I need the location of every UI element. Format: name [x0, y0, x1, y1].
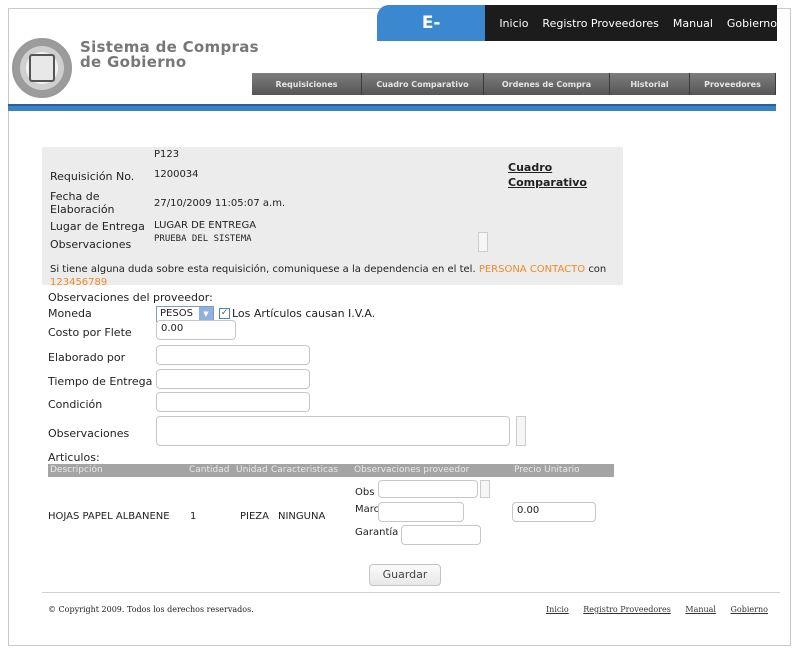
fecha-value: 27/10/2009 11:05:07 a.m.	[154, 198, 286, 209]
iva-label: Los Artículos causan I.V.A.	[232, 307, 376, 320]
site-title: Sistema de Compras de Gobierno	[80, 38, 259, 71]
nav-link-inicio[interactable]: Inicio	[499, 17, 528, 30]
col-cantidad: Cantidad	[189, 465, 230, 475]
government-seal-icon	[12, 38, 72, 98]
observaciones-value: PRUEBA DEL SISTEMA	[154, 234, 252, 244]
marca-input[interactable]	[378, 502, 464, 522]
flete-input[interactable]: 0.00	[156, 320, 236, 340]
chevron-down-icon: ▼	[199, 307, 213, 321]
obs-scrollbar[interactable]	[480, 480, 490, 498]
menu-cuadro-comparativo[interactable]: Cuadro Comparativo	[362, 73, 484, 95]
guardar-button[interactable]: Guardar	[369, 564, 441, 586]
header-divider	[8, 104, 776, 111]
footer-link-manual[interactable]: Manual	[685, 605, 716, 614]
articulos-table-header: Descripción Cantidad Unidad Caracteristi…	[48, 464, 614, 477]
lugar-label: Lugar de Entrega	[50, 220, 145, 233]
col-caracteristicas: Caracteristicas	[271, 465, 339, 475]
observaciones-proveedor-textarea[interactable]	[156, 416, 510, 446]
contact-person: PERSONA CONTACTO	[478, 264, 586, 275]
menu-proveedores[interactable]: Proveedores	[690, 73, 776, 95]
footer-links: Inicio Registro Proveedores Manual Gobie…	[546, 605, 780, 614]
fecha-label: Fecha de Elaboración	[50, 190, 115, 216]
observaciones-scrollbar[interactable]	[478, 232, 488, 252]
brand-logo[interactable]: E-Compras	[377, 5, 486, 69]
contact-notice: Si tiene alguna duda sobre esta requisic…	[50, 264, 607, 288]
obs-label: Obs	[355, 487, 375, 498]
row-descripcion: HOJAS PAPEL ALBANENE	[48, 511, 170, 522]
observaciones-proveedor-label: Observaciones	[48, 427, 130, 440]
menu-historial[interactable]: Historial	[610, 73, 690, 95]
nav-link-registro-proveedores[interactable]: Registro Proveedores	[542, 17, 659, 30]
col-descripcion: Descripción	[50, 465, 103, 475]
tiempo-entrega-input[interactable]	[156, 369, 310, 389]
row-unidad: PIEZA	[240, 511, 269, 522]
articulos-heading: Articulos:	[48, 451, 100, 464]
cuadro-comparativo-link[interactable]: Cuadro Comparativo	[508, 160, 587, 190]
main-menu: Requisiciones Cuadro Comparativo Ordenes…	[252, 73, 776, 95]
condicion-input[interactable]	[156, 392, 310, 412]
row-caracteristicas: NINGUNA	[278, 511, 326, 522]
observaciones-proveedor-scrollbar[interactable]	[516, 416, 526, 446]
moneda-label: Moneda	[48, 307, 92, 320]
col-precio-unitario: Precio Unitario	[514, 465, 580, 475]
footer-link-gobierno[interactable]: Gobierno	[731, 605, 768, 614]
condicion-label: Condición	[48, 398, 103, 411]
menu-requisiciones[interactable]: Requisiciones	[252, 73, 362, 95]
copyright-text: © Copyright 2009. Todos los derechos res…	[48, 605, 254, 614]
obs-proveedor-heading: Observaciones del proveedor:	[48, 291, 213, 304]
menu-ordenes-de-compra[interactable]: Ordenes de Compra	[484, 73, 610, 95]
precio-unitario-input[interactable]: 0.00	[512, 502, 596, 522]
tiempo-entrega-label: Tiempo de Entrega	[48, 375, 153, 388]
requisition-info: P123 Requisición No. 1200034 Fecha de El…	[42, 147, 623, 288]
requisition-code: P123	[154, 149, 180, 160]
garantia-input[interactable]	[401, 525, 481, 545]
iva-checkbox[interactable]: ✓	[219, 308, 230, 319]
col-observaciones-proveedor: Observaciones proveedor	[354, 465, 470, 475]
elaborado-label: Elaborado por	[48, 351, 126, 364]
col-unidad: Unidad	[236, 465, 268, 475]
footer-divider	[42, 592, 780, 593]
row-cantidad: 1	[190, 511, 197, 522]
footer-link-inicio[interactable]: Inicio	[546, 605, 569, 614]
flete-label: Costo por Flete	[48, 326, 132, 339]
obs-input[interactable]	[378, 480, 478, 498]
footer-link-registro-proveedores[interactable]: Registro Proveedores	[583, 605, 671, 614]
numero-value: 1200034	[154, 169, 199, 180]
top-navigation: E-Compras Inicio Registro Proveedores Ma…	[377, 5, 777, 69]
observaciones-label: Observaciones	[50, 238, 132, 251]
elaborado-input[interactable]	[156, 345, 310, 365]
nav-link-gobierno[interactable]: Gobierno	[727, 17, 777, 30]
garantia-label: Garantía	[355, 527, 399, 538]
nav-link-manual[interactable]: Manual	[673, 17, 713, 30]
lugar-value: LUGAR DE ENTREGA	[154, 220, 257, 231]
numero-label: Requisición No.	[50, 170, 135, 183]
contact-phone: 123456789	[50, 277, 108, 288]
